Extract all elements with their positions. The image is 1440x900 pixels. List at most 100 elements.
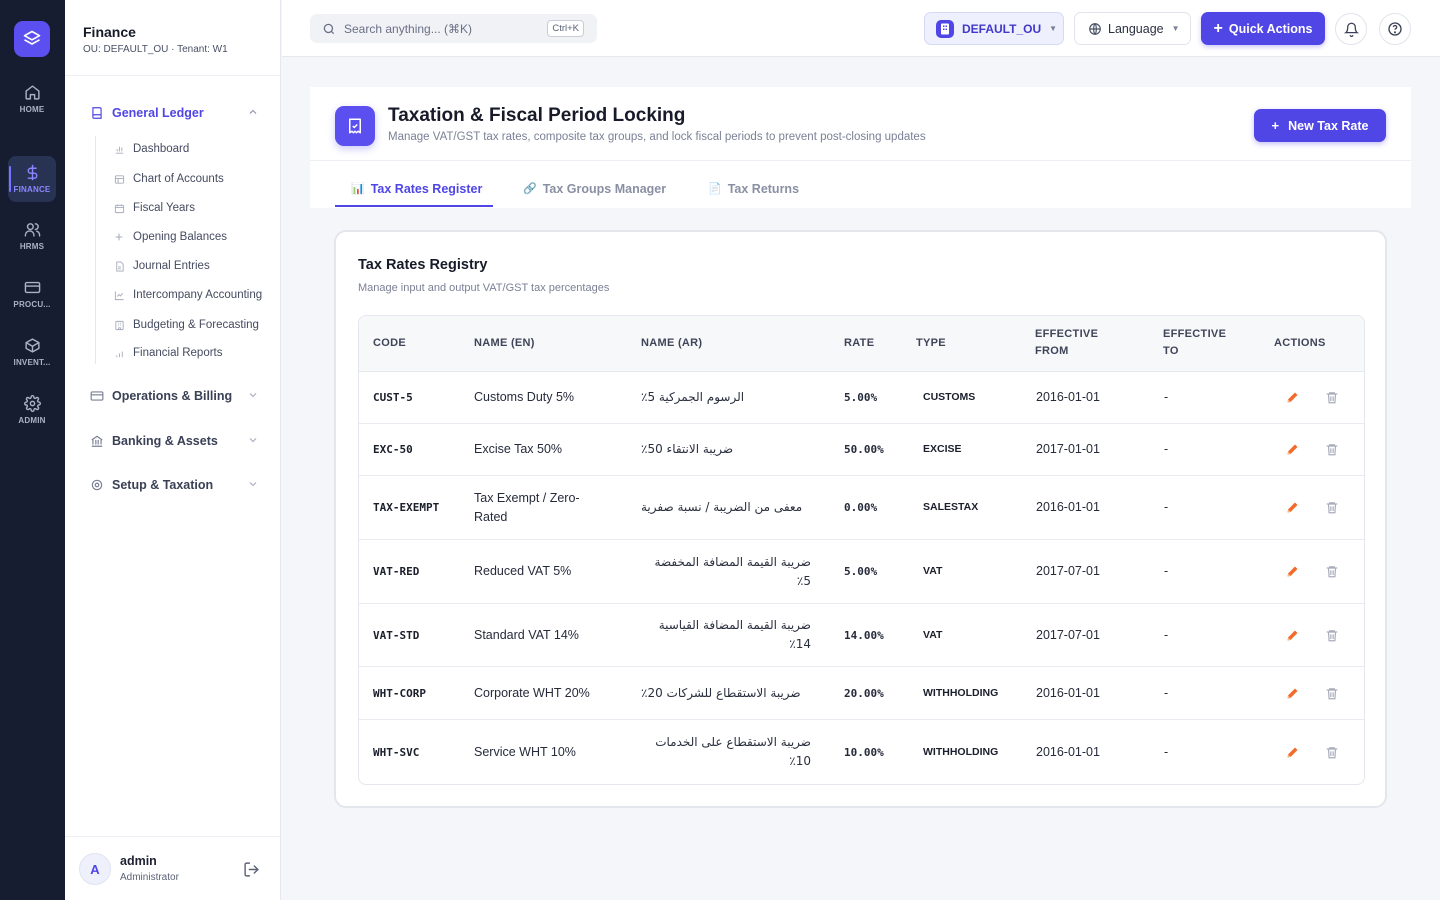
avatar[interactable]: A bbox=[79, 853, 111, 885]
edit-button[interactable] bbox=[1282, 720, 1302, 784]
col-header-effective-to[interactable]: EFFECTIVE TO bbox=[1163, 326, 1226, 360]
cell-type: EXCISE bbox=[923, 443, 962, 455]
edit-button[interactable] bbox=[1282, 424, 1302, 475]
bar-chart-icon: 📊 bbox=[351, 183, 365, 195]
help-icon bbox=[1388, 22, 1402, 36]
tab-tax-groups-manager[interactable]: 🔗 Tax Groups Manager bbox=[523, 170, 666, 207]
edit-button[interactable] bbox=[1282, 604, 1302, 666]
col-header-effective-from[interactable]: EFFECTIVE FROM bbox=[1035, 326, 1098, 360]
nav-group-operations-billing[interactable]: Operations & Billing bbox=[89, 385, 259, 407]
table-row: VAT-RED Reduced VAT 5% ضريبة القيمة المض… bbox=[359, 540, 1364, 604]
rail-item-finance[interactable]: FINANCE bbox=[8, 156, 56, 202]
nav-group-setup-taxation[interactable]: Setup & Taxation bbox=[89, 474, 259, 496]
home-icon bbox=[24, 85, 40, 100]
delete-button[interactable] bbox=[1322, 424, 1342, 475]
logout-icon[interactable] bbox=[243, 861, 260, 878]
rail-item-procurement[interactable]: PROCU... bbox=[8, 271, 56, 317]
tab-tax-rates-register[interactable]: 📊 Tax Rates Register bbox=[335, 170, 493, 207]
delete-button[interactable] bbox=[1322, 667, 1342, 719]
help-button[interactable] bbox=[1379, 13, 1411, 45]
pencil-icon bbox=[1287, 630, 1297, 640]
trash-icon bbox=[1326, 687, 1338, 699]
ou-selector[interactable]: DEFAULT_OU ▼ bbox=[924, 12, 1064, 45]
trash-icon bbox=[1326, 502, 1338, 514]
gear-icon bbox=[89, 477, 105, 493]
cell-effective-from: 2017-07-01 bbox=[1036, 564, 1100, 578]
search-input[interactable]: Search anything... (⌘K) Ctrl+K bbox=[310, 14, 597, 43]
rail-item-admin[interactable]: ADMIN bbox=[8, 387, 56, 433]
cell-name-en: Excise Tax 50% bbox=[474, 442, 563, 456]
search-placeholder: Search anything... (⌘K) bbox=[344, 21, 473, 36]
cell-name-ar: ضريبة الاستقطاع للشركات 20٪ bbox=[641, 685, 801, 700]
rail-item-label: PROCU... bbox=[13, 300, 51, 309]
rail-item-hrms[interactable]: HRMS bbox=[8, 213, 56, 259]
app-logo-icon[interactable] bbox=[14, 21, 50, 57]
rail-item-label: FINANCE bbox=[13, 185, 51, 194]
bar-chart-icon bbox=[113, 143, 125, 155]
cell-type: WITHHOLDING bbox=[923, 686, 999, 699]
cell-code: VAT-RED bbox=[373, 565, 420, 578]
col-header-rate[interactable]: RATE bbox=[844, 335, 874, 352]
nav-item-dashboard[interactable]: Dashboard bbox=[113, 140, 279, 158]
edit-button[interactable] bbox=[1282, 372, 1302, 423]
nav-group-general-ledger[interactable]: General Ledger bbox=[89, 102, 259, 124]
nav-item-chart-of-accounts[interactable]: Chart of Accounts bbox=[113, 170, 279, 188]
edit-button[interactable] bbox=[1282, 540, 1302, 603]
page-title: Taxation & Fiscal Period Locking bbox=[388, 105, 686, 126]
delete-button[interactable] bbox=[1322, 720, 1342, 784]
nav-item-opening-balances[interactable]: Opening Balances bbox=[113, 228, 279, 246]
col-header-line: TO bbox=[1163, 345, 1179, 357]
edit-button[interactable] bbox=[1282, 667, 1302, 719]
receipt-icon bbox=[335, 106, 375, 146]
pencil-icon bbox=[1287, 688, 1297, 698]
notifications-button[interactable] bbox=[1335, 13, 1367, 45]
pencil-icon bbox=[1287, 502, 1297, 513]
cell-name-ar: ضريبة القيمة المضافة المخفضة 5٪ bbox=[654, 554, 811, 588]
tax-rates-table: CODE NAME (EN) NAME (AR) RATE TYPE EFFEC… bbox=[358, 315, 1365, 785]
cell-type: SALESTAX bbox=[923, 501, 979, 513]
user-role: Administrator bbox=[120, 872, 179, 883]
language-selector[interactable]: Language ▼ bbox=[1074, 12, 1191, 45]
nav-item-financial-reports[interactable]: Financial Reports bbox=[113, 344, 279, 362]
tab-tax-returns[interactable]: 📄 Tax Returns bbox=[708, 170, 799, 207]
new-tax-rate-label: New Tax Rate bbox=[1288, 118, 1369, 133]
trash-icon bbox=[1326, 444, 1338, 456]
trash-icon bbox=[1326, 566, 1338, 578]
nav-item-fiscal-years[interactable]: Fiscal Years bbox=[113, 199, 279, 217]
search-icon bbox=[323, 23, 335, 34]
table-header: CODE NAME (EN) NAME (AR) RATE TYPE EFFEC… bbox=[359, 316, 1364, 372]
col-header-code[interactable]: CODE bbox=[373, 335, 406, 352]
table-row: EXC-50 Excise Tax 50% ضريبة الانتقاء 50٪… bbox=[359, 424, 1364, 476]
quick-actions-button[interactable]: + Quick Actions bbox=[1201, 12, 1325, 45]
rail-item-inventory[interactable]: INVENT... bbox=[8, 329, 56, 375]
nav-item-budgeting[interactable]: Budgeting & Forecasting bbox=[113, 316, 279, 334]
cell-effective-to: - bbox=[1164, 564, 1169, 578]
cell-name-ar: ضريبة الانتقاء 50٪ bbox=[641, 442, 734, 456]
nav-item-journal-entries[interactable]: Journal Entries bbox=[113, 257, 279, 275]
delete-button[interactable] bbox=[1322, 604, 1342, 666]
globe-icon bbox=[1089, 22, 1101, 35]
new-tax-rate-button[interactable]: + New Tax Rate bbox=[1254, 109, 1386, 142]
nav-item-intercompany[interactable]: Intercompany Accounting bbox=[113, 286, 279, 304]
cell-effective-from: 2016-01-01 bbox=[1036, 744, 1100, 759]
col-header-type[interactable]: TYPE bbox=[916, 335, 946, 352]
cell-code: CUST-5 bbox=[373, 391, 413, 404]
delete-button[interactable] bbox=[1322, 372, 1342, 423]
nav-group-banking-assets[interactable]: Banking & Assets bbox=[89, 430, 259, 452]
delete-button[interactable] bbox=[1322, 476, 1342, 539]
pencil-icon bbox=[1287, 566, 1297, 577]
nav-item-label: Opening Balances bbox=[133, 231, 227, 243]
cell-effective-to: - bbox=[1164, 390, 1169, 404]
nav-group-label: Banking & Assets bbox=[112, 434, 218, 448]
calendar-icon bbox=[113, 202, 125, 214]
caret-down-icon: ▼ bbox=[1049, 24, 1058, 33]
edit-button[interactable] bbox=[1282, 476, 1302, 539]
rail-item-home[interactable]: HOME bbox=[8, 76, 56, 122]
col-header-line: EFFECTIVE bbox=[1035, 328, 1099, 340]
col-header-name-ar[interactable]: NAME (AR) bbox=[641, 335, 702, 352]
delete-button[interactable] bbox=[1322, 540, 1342, 603]
tab-label: Tax Groups Manager bbox=[542, 182, 667, 196]
ou-selector-label: DEFAULT_OU bbox=[962, 21, 1042, 36]
cell-name-en: Reduced VAT 5% bbox=[474, 564, 572, 578]
col-header-name-en[interactable]: NAME (EN) bbox=[474, 335, 535, 352]
